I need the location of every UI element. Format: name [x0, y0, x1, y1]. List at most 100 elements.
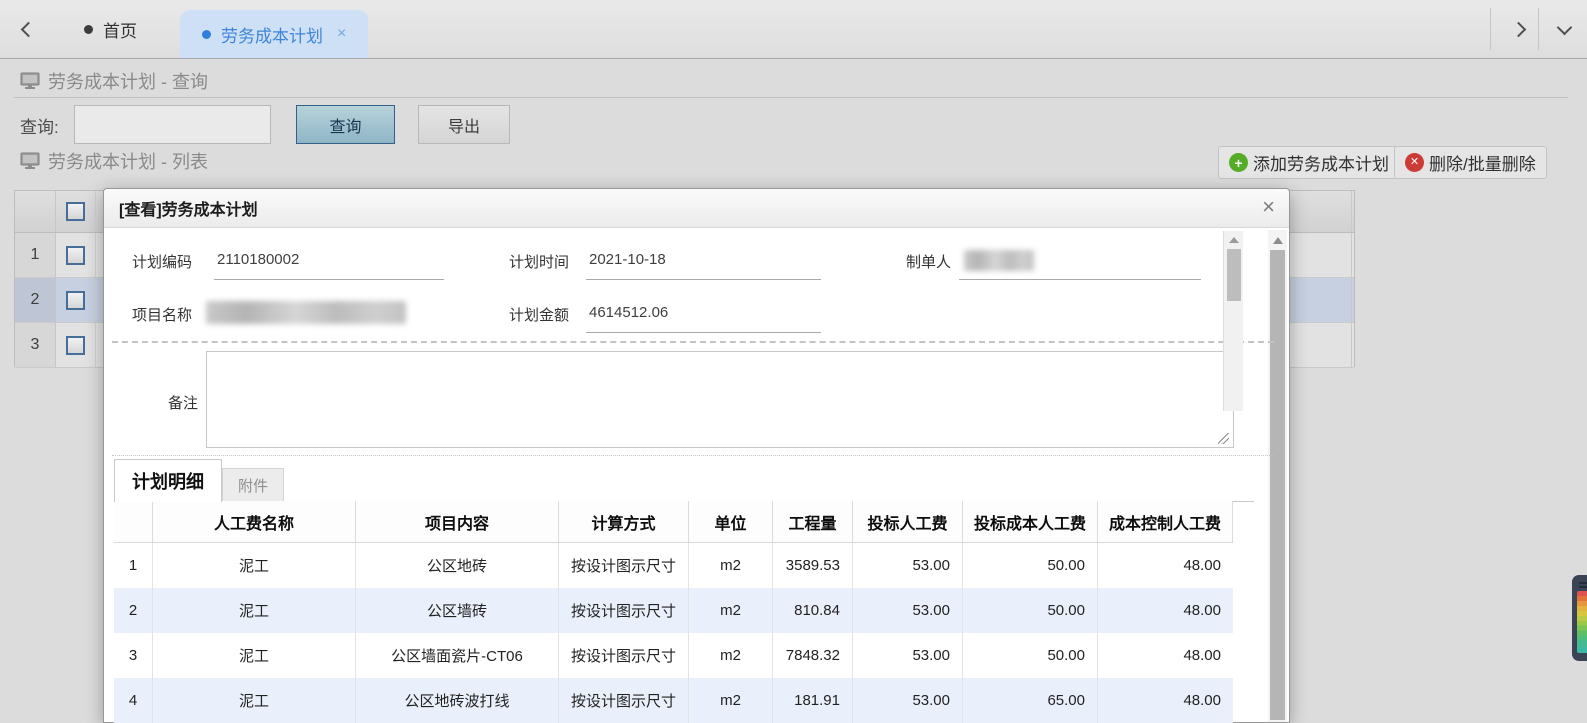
detail-cell: 公区墙面瓷片-CT06 — [356, 633, 559, 678]
detail-row[interactable]: 2泥工公区墙砖按设计图示尺寸m2810.8453.0050.0048.00 — [114, 588, 1233, 633]
query-section-title: 劳务成本计划 - 查询 — [48, 68, 208, 94]
field-label-plan-code: 计划编码 — [132, 251, 192, 272]
detail-cell: 53.00 — [853, 678, 963, 723]
detail-row[interactable]: 1泥工公区地砖按设计图示尺寸m23589.5353.0050.0048.00 — [114, 543, 1233, 588]
row-number: 3 — [15, 323, 56, 367]
tab-dot-icon — [84, 25, 93, 34]
field-value-creator-redacted — [964, 250, 1034, 271]
detail-table-header: 人工费名称项目内容计算方式单位工程量投标人工费投标成本人工费成本控制人工费 — [114, 501, 1233, 543]
row-select-cell — [56, 323, 96, 367]
detail-cell: 按设计图示尺寸 — [559, 543, 689, 588]
view-plan-modal: [查看]劳务成本计划 × 计划编码 2110180002 计划时间 2021-1… — [103, 188, 1290, 723]
select-all-cell — [56, 191, 96, 232]
tab-plan-details-label: 计划明细 — [132, 468, 204, 494]
row-checkbox[interactable] — [66, 291, 85, 310]
tabs-menu-button[interactable] — [1540, 0, 1587, 58]
detail-cell: 48.00 — [1098, 678, 1233, 723]
tab-plan-details[interactable]: 计划明细 — [114, 459, 222, 502]
add-plan-button[interactable]: + 添加劳务成本计划 — [1218, 146, 1400, 179]
modal-title: [查看]劳务成本计划 — [119, 196, 258, 220]
monitor-icon — [20, 72, 40, 90]
modal-header[interactable]: [查看]劳务成本计划 × — [104, 189, 1289, 228]
scroll-up-button[interactable] — [1268, 232, 1287, 248]
triangle-up-icon — [1229, 237, 1239, 243]
divider — [1351, 233, 1352, 277]
remark-textarea[interactable] — [206, 351, 1234, 448]
detail-cell: 4 — [114, 678, 153, 723]
divider — [1538, 8, 1539, 50]
field-label-plan-amount: 计划金额 — [509, 304, 569, 325]
delete-batch-label: 删除/批量删除 — [1429, 150, 1536, 175]
detail-cell: 7848.32 — [773, 633, 853, 678]
tab-close-icon[interactable]: × — [337, 25, 346, 43]
tab-home-label: 首页 — [103, 17, 137, 42]
detail-column-header: 计算方式 — [559, 501, 689, 542]
tab-bar: 首页 劳务成本计划 × — [0, 0, 1587, 59]
detail-column-header: 单位 — [689, 501, 773, 542]
search-button[interactable]: 查询 — [296, 105, 395, 144]
detail-cell: m2 — [689, 543, 773, 588]
scrollbar-thumb[interactable] — [1227, 249, 1241, 301]
list-section-heading: 劳务成本计划 - 列表 — [20, 148, 208, 174]
detail-cell: 泥工 — [153, 588, 356, 633]
detail-cell: 公区地砖波打线 — [356, 678, 559, 723]
detail-cell: 按设计图示尺寸 — [559, 588, 689, 633]
row-number: 1 — [15, 233, 56, 277]
detail-column-header: 成本控制人工费 — [1098, 501, 1233, 542]
detail-cell: 48.00 — [1098, 633, 1233, 678]
field-underline — [959, 279, 1201, 280]
detail-cell: 810.84 — [773, 588, 853, 633]
detail-cell: m2 — [689, 678, 773, 723]
scroll-up-button[interactable] — [1224, 233, 1244, 247]
tab-attachments[interactable]: 附件 — [222, 468, 284, 502]
detail-row[interactable]: 3泥工公区墙面瓷片-CT06按设计图示尺寸m27848.3253.0050.00… — [114, 633, 1233, 678]
detail-column-header: 人工费名称 — [153, 501, 356, 542]
grip-icon — [1579, 586, 1587, 588]
rainbow-sidebar-widget[interactable] — [1572, 575, 1587, 661]
detail-cell: 公区地砖 — [356, 543, 559, 588]
tabs-scroll-left-button[interactable] — [4, 0, 52, 58]
tabs-scroll-right-button[interactable] — [1494, 0, 1542, 58]
modal-close-icon[interactable]: × — [1262, 196, 1275, 218]
row-select-cell — [56, 278, 96, 322]
detail-cell: 3589.53 — [773, 543, 853, 588]
field-label-plan-date: 计划时间 — [509, 251, 569, 272]
detail-column-header — [114, 501, 153, 542]
divider — [14, 97, 1568, 98]
query-input[interactable] — [74, 105, 271, 144]
modal-scrollbar[interactable] — [1268, 230, 1287, 722]
query-field-label: 查询: — [20, 113, 59, 138]
field-value-plan-date: 2021-10-18 — [589, 251, 666, 268]
row-number: 2 — [15, 278, 56, 322]
detail-cell: 按设计图示尺寸 — [559, 633, 689, 678]
detail-cell: 53.00 — [853, 588, 963, 633]
field-value-plan-code: 2110180002 — [217, 251, 299, 268]
add-plus-icon: + — [1229, 153, 1248, 172]
delete-batch-button[interactable]: ✕ 删除/批量删除 — [1394, 146, 1547, 179]
detail-cell: 50.00 — [963, 588, 1098, 633]
row-checkbox[interactable] — [66, 336, 85, 355]
detail-cell: 泥工 — [153, 678, 356, 723]
tab-attachments-label: 附件 — [238, 475, 268, 496]
export-button[interactable]: 导出 — [418, 105, 510, 144]
tab-dot-icon — [202, 30, 211, 39]
select-all-checkbox[interactable] — [66, 202, 85, 221]
field-value-plan-amount: 4614512.06 — [589, 304, 668, 321]
detail-row[interactable]: 4泥工公区地砖波打线按设计图示尺寸m2181.9153.0065.0048.00 — [114, 678, 1233, 723]
chevron-right-icon — [1510, 21, 1526, 37]
detail-cell: 按设计图示尺寸 — [559, 678, 689, 723]
row-checkbox[interactable] — [66, 246, 85, 265]
detail-cell: 50.00 — [963, 633, 1098, 678]
divider — [112, 341, 1274, 343]
tab-labor-cost-plan[interactable]: 劳务成本计划 × — [180, 10, 368, 58]
field-underline — [586, 279, 821, 280]
tab-home[interactable]: 首页 — [62, 0, 159, 58]
divider — [1490, 8, 1491, 50]
detail-cell: m2 — [689, 588, 773, 633]
detail-cell: 48.00 — [1098, 588, 1233, 633]
scrollbar-thumb[interactable] — [1270, 250, 1285, 720]
triangle-up-icon — [1273, 237, 1283, 244]
divider — [1351, 278, 1352, 322]
detail-table-scrollbar[interactable] — [1223, 231, 1243, 411]
field-underline — [214, 279, 444, 280]
